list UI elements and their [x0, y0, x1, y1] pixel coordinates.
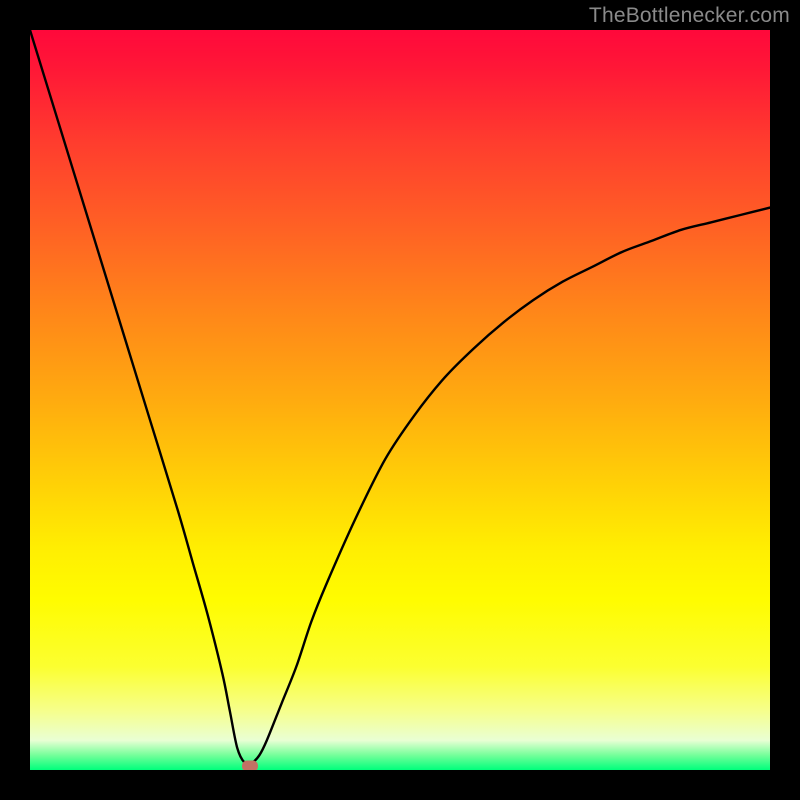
chart-frame: TheBottlenecker.com	[0, 0, 800, 800]
bottleneck-curve	[30, 30, 770, 770]
optimum-marker	[242, 761, 258, 770]
plot-area	[30, 30, 770, 770]
watermark-text: TheBottlenecker.com	[589, 4, 790, 28]
